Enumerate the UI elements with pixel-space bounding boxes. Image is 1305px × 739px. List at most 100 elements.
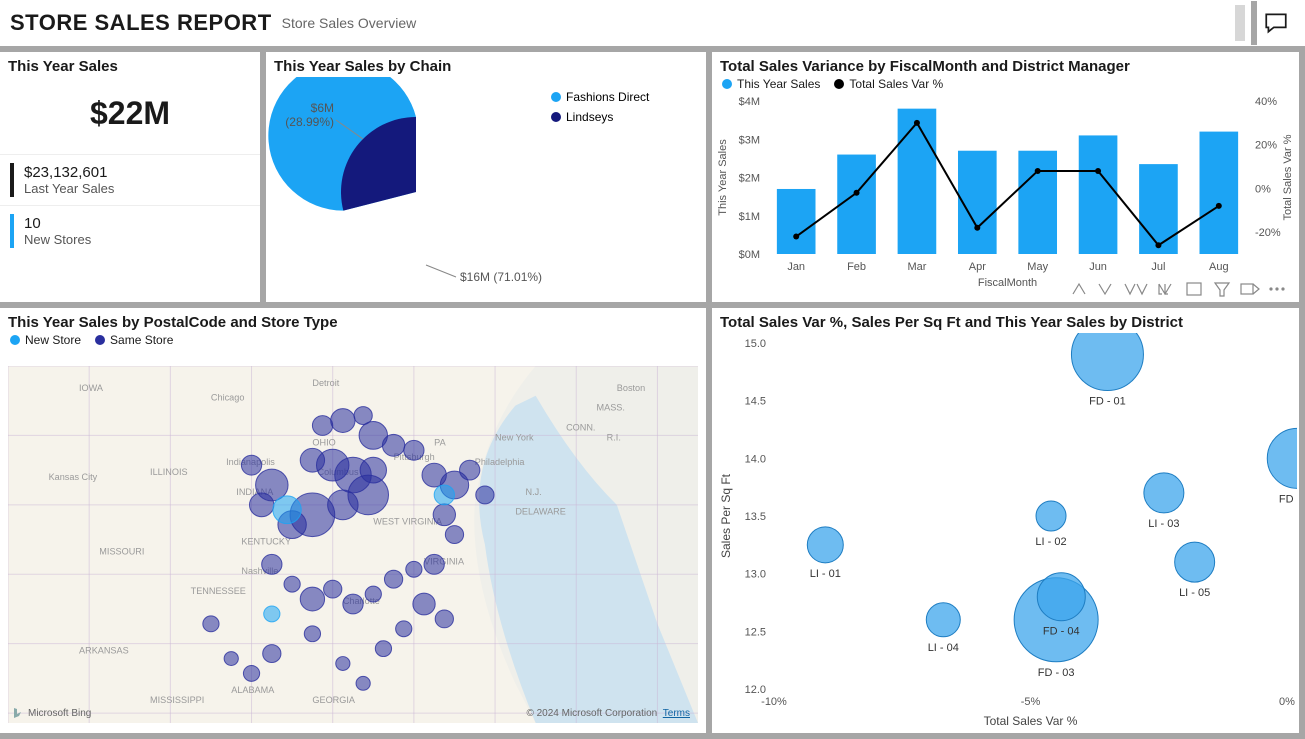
svg-text:Boston: Boston	[617, 383, 645, 393]
scatter-chart: 12.012.513.013.514.014.515.0-10%-5%0%Tot…	[712, 333, 1297, 733]
svg-text:Total Sales Var %: Total Sales Var %	[984, 714, 1078, 728]
svg-text:Total Sales Var %: Total Sales Var %	[1282, 134, 1294, 220]
svg-text:(28.99%): (28.99%)	[285, 115, 334, 129]
svg-text:Kansas City: Kansas City	[49, 472, 98, 482]
focus-mode-icon[interactable]	[1187, 283, 1201, 295]
svg-text:Philadelphia: Philadelphia	[475, 457, 526, 467]
svg-text:13.0: 13.0	[745, 569, 766, 581]
kpi-card[interactable]: This Year Sales $22M $23,132,601 Last Ye…	[0, 52, 260, 302]
legend-swatch	[834, 79, 844, 89]
svg-text:Jan: Jan	[787, 261, 805, 273]
svg-text:CONN.: CONN.	[566, 423, 595, 433]
svg-text:-20%: -20%	[1255, 227, 1281, 239]
svg-text:13.5: 13.5	[745, 511, 766, 523]
svg-text:Chicago: Chicago	[211, 393, 244, 403]
svg-text:LI - 04: LI - 04	[928, 642, 959, 654]
svg-text:12.5: 12.5	[745, 626, 766, 638]
svg-text:ALABAMA: ALABAMA	[231, 685, 274, 695]
drill-down-icon[interactable]	[1099, 284, 1111, 294]
legend-label: New Store	[25, 333, 81, 347]
svg-text:LI - 03: LI - 03	[1148, 518, 1179, 530]
svg-text:Apr: Apr	[969, 261, 986, 273]
svg-text:ILLINOIS: ILLINOIS	[150, 467, 188, 477]
svg-text:0%: 0%	[1279, 696, 1295, 708]
legend-swatch	[10, 335, 20, 345]
svg-text:Aug: Aug	[1209, 261, 1229, 273]
legend: New Store Same Store	[0, 333, 706, 351]
legend-label: Same Store	[110, 333, 173, 347]
svg-text:$6M: $6M	[311, 101, 334, 115]
visual-toolbar	[1065, 278, 1295, 300]
svg-text:MISSISSIPPI: MISSISSIPPI	[150, 695, 204, 705]
legend: This Year Sales Total Sales Var %	[712, 77, 1299, 95]
legend-label: This Year Sales	[737, 77, 820, 91]
more-options-icon[interactable]	[1282, 288, 1284, 290]
kpi-title: This Year Sales	[0, 52, 260, 77]
svg-text:-5%: -5%	[1021, 696, 1041, 708]
svg-text:GEORGIA: GEORGIA	[312, 695, 355, 705]
report-header: STORE SALES REPORT Store Sales Overview	[0, 0, 1305, 52]
svg-text:0%: 0%	[1255, 183, 1271, 195]
svg-text:$0M: $0M	[739, 249, 760, 261]
svg-text:14.0: 14.0	[745, 453, 766, 465]
legend-swatch	[95, 335, 105, 345]
kpi-last-year-value: $23,132,601	[24, 164, 114, 181]
legend-label: Total Sales Var %	[849, 77, 943, 91]
svg-text:FD - 01: FD - 01	[1089, 396, 1126, 408]
kpi-last-year-row: $23,132,601 Last Year Sales	[0, 154, 260, 205]
chart-map[interactable]: This Year Sales by PostalCode and Store …	[0, 308, 706, 733]
map-attribution: Microsoft Bing	[12, 707, 91, 719]
chart-scatter[interactable]: Total Sales Var %, Sales Per Sq Ft and T…	[712, 308, 1299, 733]
chart-title: Total Sales Var %, Sales Per Sq Ft and T…	[712, 308, 1299, 333]
svg-text:R.I.: R.I.	[607, 432, 621, 442]
svg-text:12.0: 12.0	[745, 684, 766, 696]
kpi-last-year-label: Last Year Sales	[24, 181, 114, 196]
svg-text:LI - 05: LI - 05	[1179, 587, 1210, 599]
divider	[1235, 5, 1245, 41]
svg-text:N.J.: N.J.	[526, 487, 542, 497]
comment-icon	[1263, 10, 1289, 36]
svg-text:TENNESSEE: TENNESSEE	[191, 586, 246, 596]
legend-swatch	[722, 79, 732, 89]
svg-text:LI - 02: LI - 02	[1035, 536, 1066, 548]
chart-title: This Year Sales by Chain	[266, 52, 706, 77]
terms-link[interactable]: Terms	[663, 708, 690, 719]
svg-text:MISSOURI: MISSOURI	[99, 547, 144, 557]
svg-text:This Year Sales: This Year Sales	[717, 139, 729, 216]
svg-text:Jun: Jun	[1089, 261, 1107, 273]
svg-text:FD - 04: FD - 04	[1043, 626, 1080, 638]
expand-all-icon[interactable]	[1125, 284, 1147, 294]
next-level-icon[interactable]	[1159, 284, 1171, 294]
svg-text:15.0: 15.0	[745, 338, 766, 350]
kpi-new-stores-value: 10	[24, 215, 91, 232]
drill-up-icon[interactable]	[1073, 284, 1085, 294]
svg-text:$3M: $3M	[739, 134, 760, 146]
svg-text:Detroit: Detroit	[312, 378, 339, 388]
svg-text:WEST VIRGINIA: WEST VIRGINIA	[373, 517, 442, 527]
svg-text:$1M: $1M	[739, 211, 760, 223]
svg-text:$16M (71.01%): $16M (71.01%)	[460, 270, 542, 284]
chart-sales-by-chain[interactable]: This Year Sales by Chain $6M(28.99%) $16M…	[266, 52, 706, 302]
bing-label: Microsoft Bing	[28, 708, 91, 719]
svg-text:ARKANSAS: ARKANSAS	[79, 646, 129, 656]
svg-text:FiscalMonth: FiscalMonth	[978, 277, 1037, 289]
svg-text:20%: 20%	[1255, 140, 1277, 152]
chart-title: Total Sales Variance by FiscalMonth and …	[712, 52, 1299, 77]
export-icon[interactable]	[1253, 284, 1259, 294]
svg-text:Mar: Mar	[907, 261, 926, 273]
svg-text:40%: 40%	[1255, 96, 1277, 108]
svg-text:KENTUCKY: KENTUCKY	[241, 537, 291, 547]
svg-text:PA: PA	[434, 437, 445, 447]
filter-icon[interactable]	[1215, 283, 1229, 296]
svg-text:MASS.: MASS.	[597, 403, 625, 413]
svg-text:OHIO: OHIO	[312, 437, 335, 447]
comments-button[interactable]	[1251, 1, 1295, 45]
chart-variance[interactable]: Total Sales Variance by FiscalMonth and …	[712, 52, 1299, 302]
indicator-bar	[10, 163, 14, 197]
svg-text:Fashions Direct: Fashions Direct	[566, 90, 650, 104]
map-viewport[interactable]: ChicagoDetroitBostonNew YorkPhiladelphia…	[8, 366, 698, 723]
kpi-new-stores-row: 10 New Stores	[0, 205, 260, 256]
combo-chart: $0M$1M$2M$3M$4M-20%0%20%40%JanFebMarAprM…	[712, 95, 1297, 290]
svg-text:$4M: $4M	[739, 96, 760, 108]
svg-text:LI - 01: LI - 01	[810, 568, 841, 580]
